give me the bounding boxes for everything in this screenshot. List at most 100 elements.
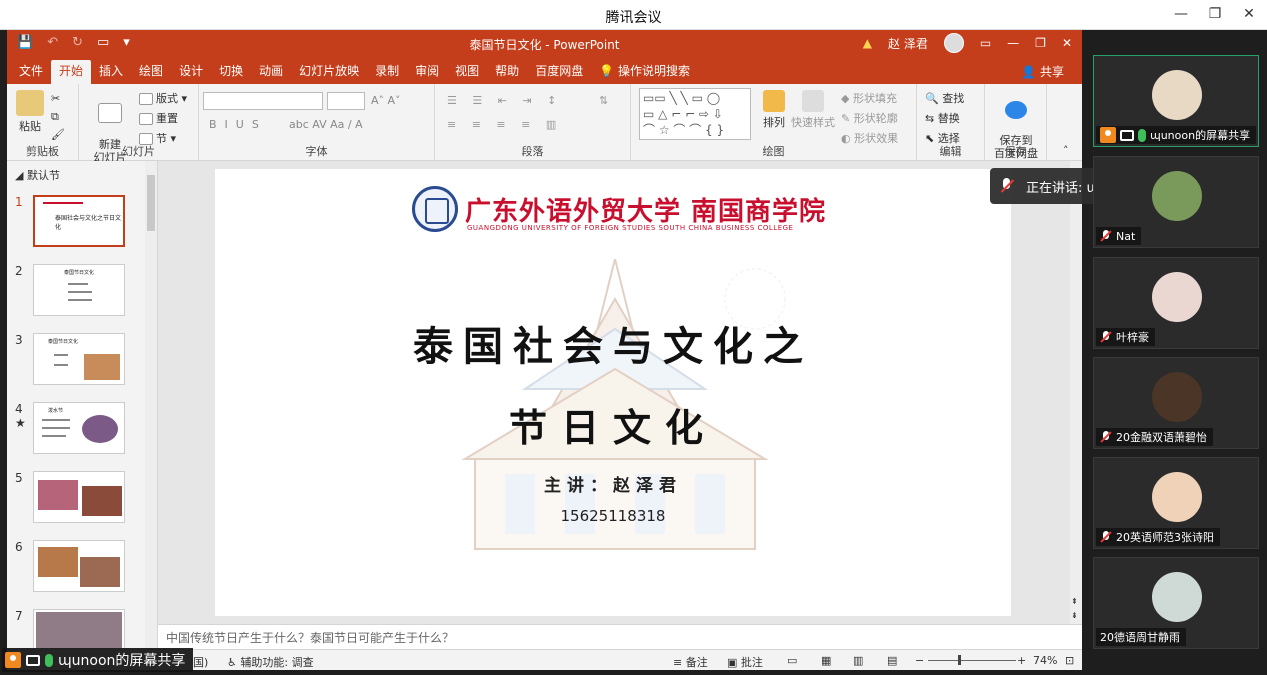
tab-animations[interactable]: 动画 [251, 60, 291, 84]
participant-tile[interactable]: 叶梓豪 [1093, 257, 1259, 349]
language-status[interactable]: 国) [193, 654, 208, 670]
meeting-title-bar: 腾讯会议 — ❐ ✕ [0, 0, 1267, 30]
fit-slide-icon[interactable]: ⊡ [1065, 654, 1074, 667]
shape-fill-button[interactable]: ◆ 形状填充 [841, 90, 897, 106]
next-slide-icon[interactable]: ⇟ [1071, 611, 1078, 620]
tab-insert[interactable]: 插入 [91, 60, 131, 84]
slide-thumbnail-7[interactable] [33, 609, 125, 649]
slideshow-view-icon[interactable]: ▤ [887, 654, 897, 667]
tab-design[interactable]: 设计 [171, 60, 211, 84]
slide-thumbnail-6[interactable] [33, 540, 125, 592]
reset-button[interactable]: 重置 [139, 110, 178, 126]
ribbon-display-icon[interactable]: ▭ [980, 36, 991, 50]
participant-tile[interactable]: 20德语周甘静雨 [1093, 557, 1259, 649]
list-icons[interactable]: ☰ ☰ ⇤ ⇥ ↕ [447, 94, 562, 107]
format-painter-icon[interactable]: 🖌 [51, 128, 65, 141]
zoom-level[interactable]: 74% [1033, 654, 1057, 667]
editor-scrollbar[interactable]: ⇞ ⇟ [1070, 161, 1082, 624]
sorter-view-icon[interactable]: ▦ [821, 654, 831, 667]
presenter-line: 主讲：赵泽君 [544, 476, 682, 496]
notes-icon: ≡ [673, 656, 683, 669]
tab-help[interactable]: 帮助 [487, 60, 527, 84]
replace-icon: ⇆ [925, 112, 935, 125]
minimize-icon[interactable]: — [1171, 4, 1191, 24]
shapes-gallery[interactable]: ▭▭ ╲ ╲ ▭ ◯ ▭ △ ⌐ ⌐ ⇨ ⇩ ⌒ ☆ ⌒ ⌒ { } [639, 88, 751, 140]
arrange-icon [763, 90, 785, 112]
participant-name: 20德语周甘静雨 [1100, 631, 1180, 644]
restore-icon[interactable]: ❐ [1035, 36, 1046, 50]
tab-slideshow[interactable]: 幻灯片放映 [291, 60, 367, 84]
avatar [1152, 372, 1202, 422]
close-icon[interactable]: ✕ [1239, 4, 1259, 24]
thumb-number: 4 ★ [15, 402, 26, 430]
normal-view-icon[interactable]: ▭ [787, 654, 797, 667]
font-name-combo[interactable] [203, 92, 323, 110]
notes-toggle-button[interactable]: ≡ 备注 [673, 654, 708, 670]
layout-button[interactable]: 版式 ▾ [139, 90, 187, 106]
text-direction-icon[interactable]: ⇅ [599, 94, 608, 107]
font-format-icons[interactable]: BIUS [209, 118, 267, 131]
participant-tile[interactable]: 20英语师范3张诗阳 [1093, 457, 1259, 549]
person-icon [1100, 127, 1116, 143]
find-button[interactable]: 🔍 查找 [925, 90, 964, 106]
align-icons[interactable]: ≡ ≡ ≡ ≡ ▥ [447, 118, 562, 131]
slide-thumbnail-1[interactable]: 泰国社会与文化之节日文化 [33, 195, 125, 247]
slide-thumbnail-3[interactable]: 泰国节日文化 [33, 333, 125, 385]
reading-view-icon[interactable]: ▥ [853, 654, 863, 667]
person-icon: 👤 [1021, 65, 1037, 79]
arrange-button[interactable]: 排列 [759, 90, 789, 130]
char-spacing-icon[interactable]: abc AV Aa ∕ A [289, 118, 363, 131]
slide-thumbnail-2[interactable]: 泰国节日文化 [33, 264, 125, 316]
tab-home[interactable]: 开始 [51, 60, 92, 84]
avatar [1152, 171, 1202, 221]
restore-icon[interactable]: ❐ [1205, 4, 1225, 24]
tell-me-search[interactable]: 💡 操作说明搜索 [591, 60, 698, 84]
user-name[interactable]: 赵 泽君 [888, 35, 928, 52]
thumb-number: 5 [15, 471, 23, 485]
tab-transitions[interactable]: 切换 [211, 60, 251, 84]
thumb-number: 7 [15, 609, 23, 623]
paste-button[interactable]: 粘贴 [15, 90, 45, 134]
participant-name: 20金融双语萧碧怡 [1116, 431, 1207, 444]
avatar [1152, 70, 1202, 120]
tab-file[interactable]: 文件 [11, 60, 51, 84]
tab-review[interactable]: 审阅 [407, 60, 447, 84]
participant-tile[interactable]: Nat [1093, 156, 1259, 248]
prev-slide-icon[interactable]: ⇞ [1071, 597, 1078, 606]
user-avatar-icon[interactable] [943, 33, 964, 53]
tab-baidu[interactable]: 百度网盘 [527, 60, 591, 84]
tab-draw[interactable]: 绘图 [131, 60, 171, 84]
quick-styles-button[interactable]: 快速样式 [791, 90, 835, 130]
slide-thumbnail-4[interactable]: 泼水节 [33, 402, 125, 454]
participant-tile[interactable]: ɰunoon的屏幕共享 [1093, 55, 1259, 147]
layout-icon [139, 93, 153, 105]
notes-pane[interactable]: 中国传统节日产生于什么？泰国节日可能产生于什么？ [158, 624, 1082, 649]
university-logo [412, 186, 458, 232]
minimize-icon[interactable]: — [1007, 36, 1019, 50]
zoom-out-icon[interactable]: − [915, 654, 924, 667]
copy-icon[interactable]: ⧉ [51, 110, 59, 124]
accessibility-status[interactable]: ♿ 辅助功能: 调查 [227, 654, 314, 670]
section-header[interactable]: ◢ 默认节 [15, 167, 60, 183]
shape-outline-button[interactable]: ✎ 形状轮廓 [841, 110, 898, 126]
collapse-ribbon-icon[interactable]: ˄ [1063, 144, 1069, 157]
close-icon[interactable]: ✕ [1062, 36, 1072, 50]
share-button[interactable]: 👤 共享 [1021, 63, 1064, 80]
zoom-slider[interactable] [928, 655, 1016, 665]
avatar [1152, 472, 1202, 522]
sharer-label: ɰunoon的屏幕共享 [58, 653, 186, 669]
mic-muted-icon [1100, 430, 1112, 444]
cut-icon[interactable]: ✂ [51, 92, 60, 105]
current-slide[interactable]: 广东外语外贸大学 南国商学院 GUANGDONG UNIVERSITY OF F… [215, 169, 1011, 616]
slide-thumbnail-5[interactable] [33, 471, 125, 523]
tab-record[interactable]: 录制 [367, 60, 407, 84]
font-size-combo[interactable] [327, 92, 365, 110]
comments-button[interactable]: ▣ 批注 [727, 654, 763, 670]
tab-view[interactable]: 视图 [447, 60, 487, 84]
thumbnail-scrollbar[interactable] [145, 161, 157, 649]
grow-font-icon[interactable]: A˄ A˅ [371, 94, 401, 107]
replace-button[interactable]: ⇆ 替换 [925, 110, 960, 126]
participant-tile[interactable]: 20金融双语萧碧怡 [1093, 357, 1259, 449]
zoom-in-icon[interactable]: + [1017, 654, 1026, 667]
participant-name: ɰunoon的屏幕共享 [1150, 129, 1251, 142]
